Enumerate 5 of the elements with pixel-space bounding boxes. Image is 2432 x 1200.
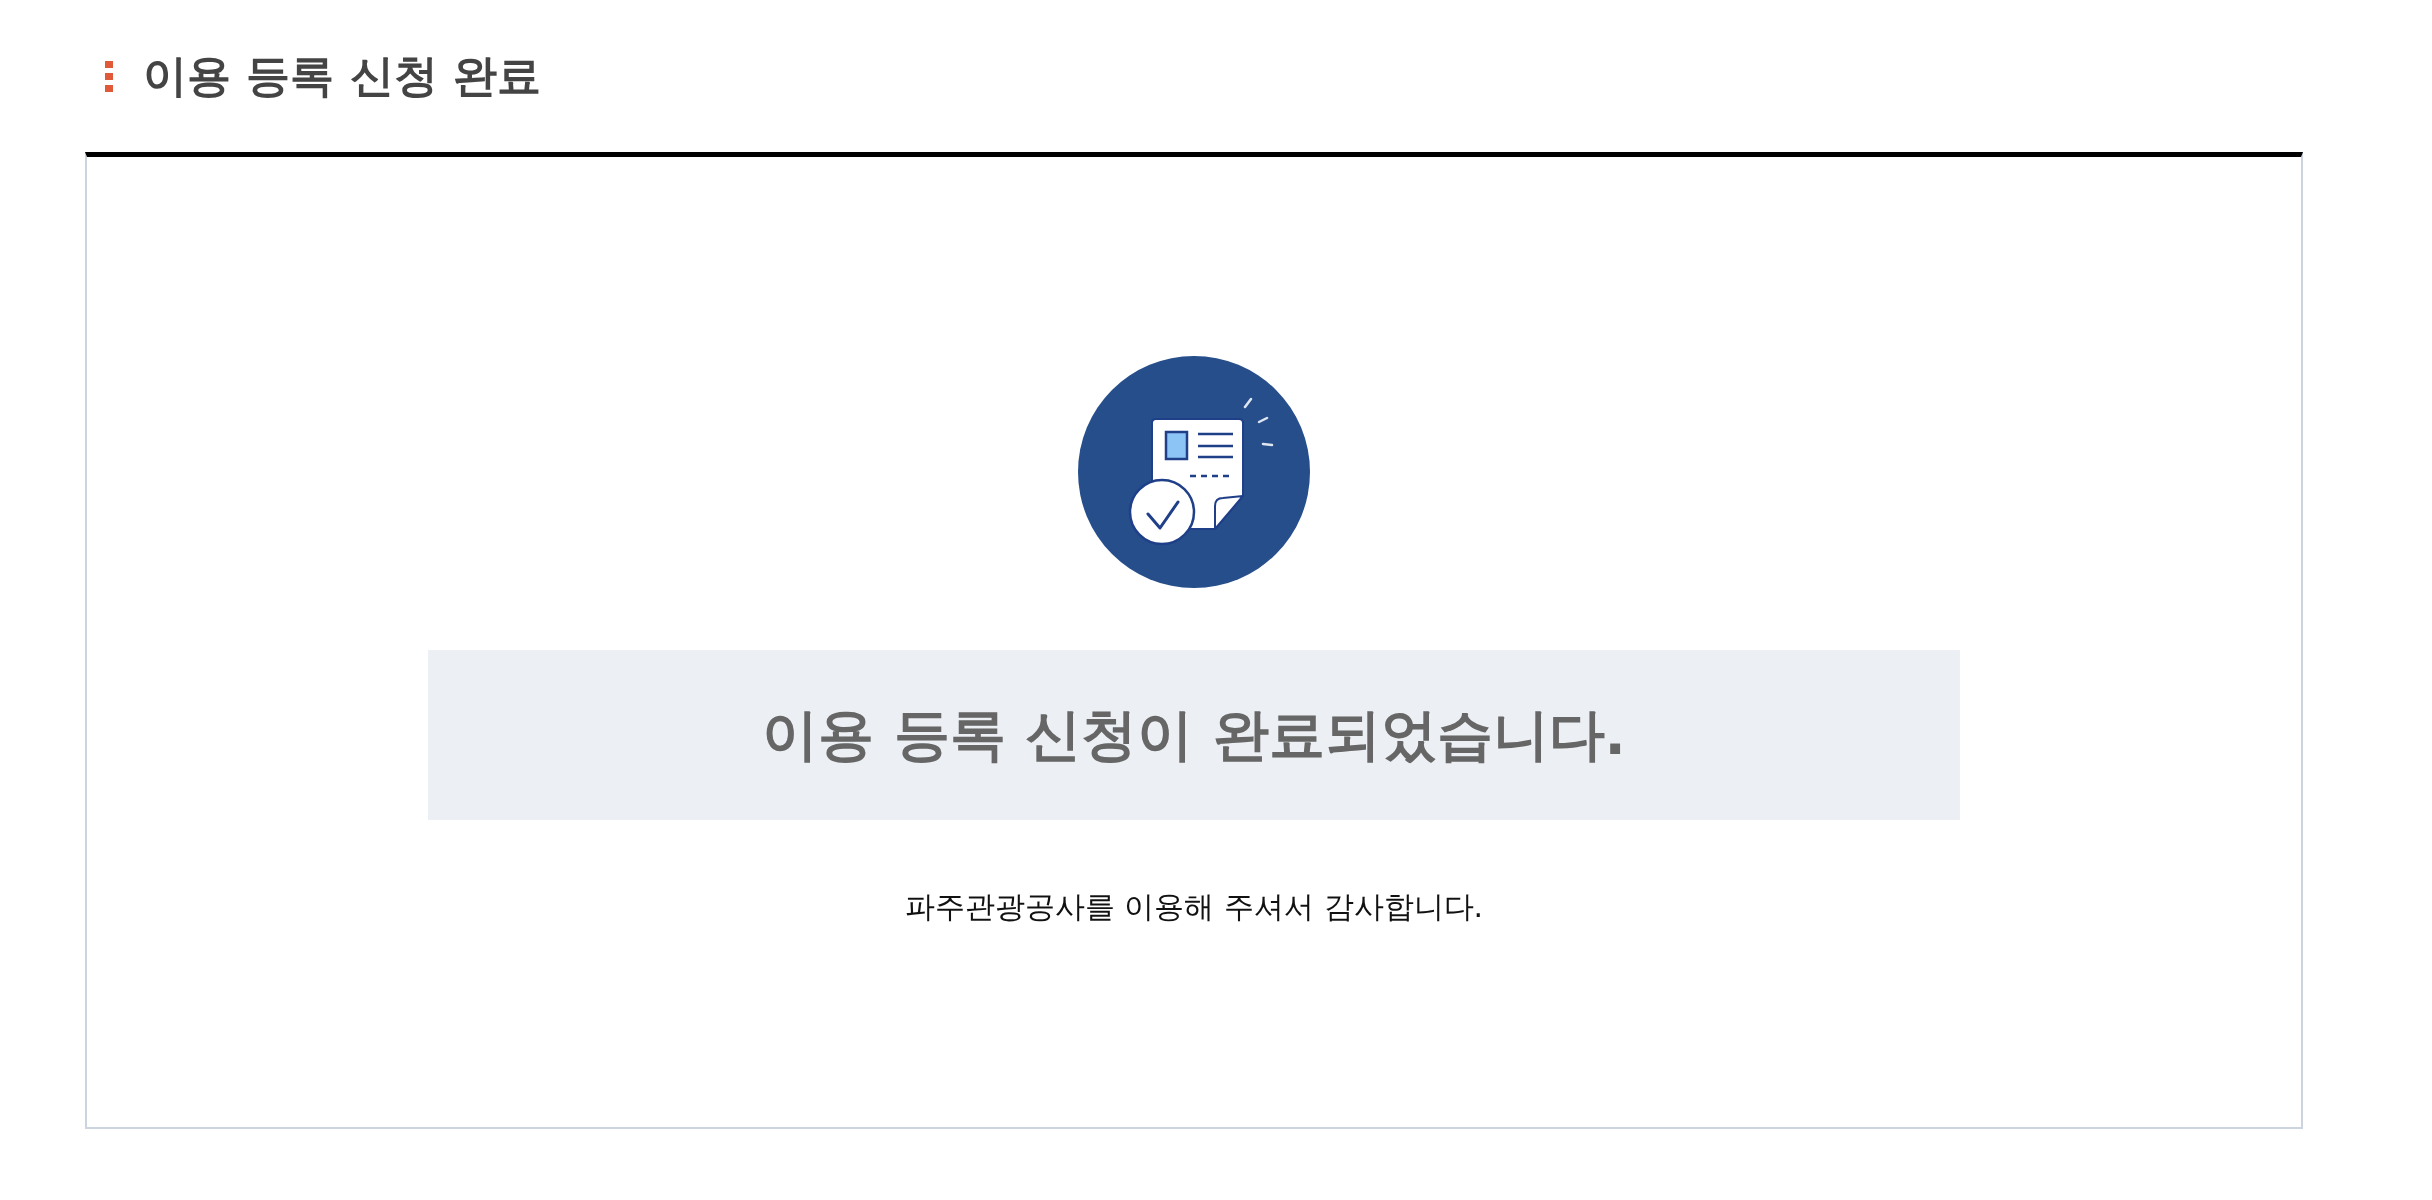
page-title: 이용 등록 신청 완료 <box>143 49 541 103</box>
completion-heading: 이용 등록 신청이 완료되었습니다. <box>762 701 1626 769</box>
thank-you-message: 파주관광공사를 이용해 주셔서 감사합니다. <box>904 888 1484 926</box>
document-check-icon <box>1078 356 1310 588</box>
dots-icon <box>105 60 113 92</box>
